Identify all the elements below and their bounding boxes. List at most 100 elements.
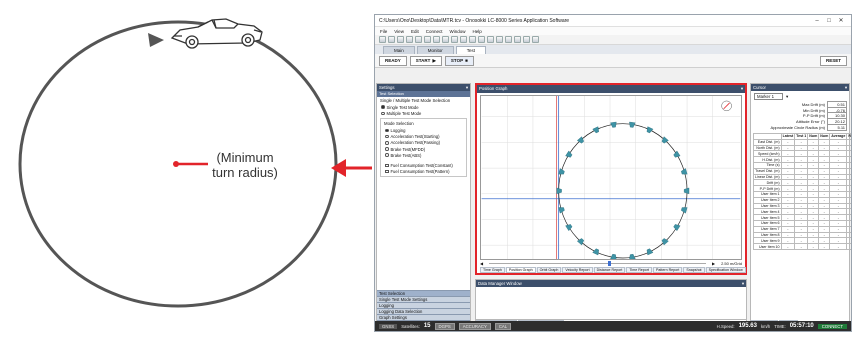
- pin-icon[interactable]: ▾: [742, 281, 744, 286]
- chevron-down-icon[interactable]: ▾: [786, 94, 788, 100]
- tab-time-report[interactable]: Time Report: [626, 267, 652, 273]
- marker-select[interactable]: Marker 1: [754, 93, 783, 100]
- measurement-label: Attitude Error (°): [796, 119, 825, 125]
- tab-specification-window[interactable]: Specification Window: [705, 267, 746, 273]
- table-cell: -: [780, 243, 796, 250]
- scroll-track[interactable]: [489, 260, 707, 266]
- tab-orbit-graph[interactable]: Orbit Graph: [536, 267, 562, 273]
- satellites-count: 15: [423, 323, 431, 329]
- speed-unit: km/h: [760, 323, 771, 329]
- title-bar: C:\Users\Ono\Desktop\Data\MTR.tcv - Onos…: [375, 15, 851, 27]
- grid-scale: 2.50 m/Grid: [721, 260, 742, 266]
- measurement-row: Approximate Circle Radius (m) 5.11: [751, 123, 849, 131]
- maximize-icon[interactable]: □: [823, 18, 835, 24]
- stop-button[interactable]: STOP ■: [444, 55, 474, 66]
- mode-label: Acceleration Test(Starting): [390, 134, 440, 140]
- print-icon[interactable]: [406, 36, 413, 43]
- scroll-thumb[interactable]: [608, 260, 612, 266]
- menu-help[interactable]: Help: [473, 29, 482, 34]
- data-manager-panel: Data Manager Window▾ Multiple Test Resul…: [475, 279, 747, 327]
- vehicle-marker: [683, 187, 690, 194]
- mode-tab-bar: Main Monitor Test: [375, 45, 851, 54]
- reset-button[interactable]: RESET: [819, 55, 847, 66]
- tab-distance-report[interactable]: Distance Report: [593, 267, 626, 273]
- fuel-pattern-check[interactable]: Fuel Consumption Test(Pattern): [381, 169, 466, 175]
- zoom-in-icon[interactable]: [442, 36, 449, 43]
- minimize-icon[interactable]: –: [811, 18, 823, 24]
- gear-icon[interactable]: [514, 36, 521, 43]
- cursor-icon[interactable]: [460, 36, 467, 43]
- caption-line-2: turn radius): [212, 165, 278, 180]
- help-icon[interactable]: [532, 36, 539, 43]
- graph-title: Position Graph: [479, 86, 508, 91]
- vehicle-marker: [681, 168, 688, 175]
- new-icon[interactable]: [379, 36, 386, 43]
- multiple-test-label: Multiple Test Mode: [386, 110, 422, 116]
- control-bar: READY START ▶ STOP ■ RESET: [375, 54, 851, 68]
- copy-icon[interactable]: [424, 36, 431, 43]
- open-icon[interactable]: [388, 36, 395, 43]
- radio-off-icon: [385, 134, 389, 139]
- window-icon[interactable]: [523, 36, 530, 43]
- speed-label: H.Speed:: [716, 323, 735, 329]
- tab-velocity-report[interactable]: Velocity Report: [562, 267, 593, 273]
- menu-edit[interactable]: Edit: [411, 29, 419, 34]
- grid: [481, 96, 741, 259]
- radio-on-icon: [381, 105, 385, 109]
- menu-connect[interactable]: Connect: [426, 29, 443, 34]
- pin-icon[interactable]: ▾: [466, 85, 468, 90]
- measurement-label: Min Drift (m): [803, 107, 825, 113]
- data-manager-title-bar: Data Manager Window ▾: [476, 280, 746, 287]
- zoom-out-icon[interactable]: [451, 36, 458, 43]
- cal-indicator: CAL: [494, 322, 512, 330]
- scroll-left-icon[interactable]: ◀: [480, 261, 483, 266]
- center-point: [173, 161, 179, 167]
- cut-icon[interactable]: [415, 36, 422, 43]
- data-manager-body[interactable]: [476, 287, 746, 319]
- paste-icon[interactable]: [433, 36, 440, 43]
- radio-on-icon: [385, 128, 389, 133]
- settings-panel: Settings ▾ Test Selection Single / Multip…: [376, 83, 471, 327]
- tab-position-graph[interactable]: Position Graph: [505, 267, 536, 273]
- tab-main[interactable]: Main: [383, 46, 415, 54]
- position-plot[interactable]: [480, 95, 742, 260]
- cursor-title-bar: Cursor ▾: [751, 84, 849, 91]
- vehicle-marker: [610, 121, 617, 128]
- close-icon[interactable]: ✕: [835, 17, 847, 24]
- menu-window[interactable]: Window: [449, 29, 465, 34]
- tab-pattern-report[interactable]: Pattern Report: [653, 267, 683, 273]
- toolbar: [375, 35, 851, 45]
- pin-icon[interactable]: ▾: [741, 86, 743, 92]
- connect-button[interactable]: CONNECT: [817, 323, 847, 329]
- pin-icon[interactable]: ▾: [845, 85, 847, 90]
- mode-label: Acceleration Test(Passing): [390, 140, 441, 146]
- export-icon[interactable]: [505, 36, 512, 43]
- start-button[interactable]: START ▶: [409, 55, 442, 66]
- mode-selection-label: Mode Selection: [384, 121, 414, 127]
- tab-snapshot[interactable]: Snapshot: [683, 267, 705, 273]
- graph-tab-bar: Time Graph Position Graph Orbit Graph Ve…: [480, 267, 746, 273]
- table-icon[interactable]: [478, 36, 485, 43]
- save-icon[interactable]: [397, 36, 404, 43]
- fuel-label: Fuel Consumption Test(Pattern): [390, 169, 450, 175]
- graph-scroll[interactable]: ◀ ▶ 2.50 m/Grid: [480, 260, 742, 266]
- tab-time-graph[interactable]: Time Graph: [480, 267, 505, 273]
- settings-icon[interactable]: [487, 36, 494, 43]
- graph-icon[interactable]: [469, 36, 476, 43]
- radio-off-icon: [385, 141, 389, 145]
- mode-label: Brake Test(ABS): [390, 152, 422, 158]
- turn-diagram: (Minimum turn radius): [18, 18, 372, 308]
- menu-bar: File View Edit Connect Window Help: [375, 27, 851, 35]
- menu-view[interactable]: View: [394, 29, 404, 34]
- tab-test[interactable]: Test: [455, 46, 487, 54]
- tab-monitor[interactable]: Monitor: [416, 46, 454, 54]
- vehicle-marker: [646, 126, 654, 134]
- multiple-test-mode-radio[interactable]: Multiple Test Mode: [377, 110, 470, 116]
- ready-button[interactable]: READY: [379, 55, 407, 66]
- mode-label: Brake Test(MFDD): [390, 146, 426, 152]
- vehicle-marker: [681, 207, 688, 214]
- menu-file[interactable]: File: [380, 29, 387, 34]
- table-cell: -: [846, 243, 851, 250]
- refresh-icon[interactable]: [496, 36, 503, 43]
- scroll-right-icon[interactable]: ▶: [712, 261, 715, 266]
